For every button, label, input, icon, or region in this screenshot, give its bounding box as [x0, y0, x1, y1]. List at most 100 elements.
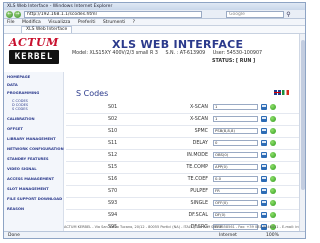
sidebar-item-reason[interactable]: REASON — [7, 207, 24, 211]
confirm-icon[interactable] — [270, 128, 276, 134]
status-zone: Internet — [219, 233, 237, 238]
code-cell: S12 — [108, 153, 118, 158]
code-cell: S02 — [108, 117, 118, 122]
vertical-scrollbar[interactable] — [299, 34, 305, 233]
code-cell: S93 — [108, 201, 118, 206]
italy-flag-icon[interactable] — [282, 90, 289, 95]
code-cell: S11 — [108, 141, 118, 146]
menu-bar: File Modifica Visualizza Preferiti Strum… — [4, 19, 305, 26]
value-input[interactable]: OBS(0) — [213, 152, 258, 158]
save-icon[interactable] — [261, 104, 267, 110]
value-input[interactable]: PSB(8,8,8) — [213, 128, 258, 134]
save-icon[interactable] — [261, 116, 267, 122]
code-cell: S01 — [108, 105, 118, 110]
zoom-level[interactable]: 100% — [266, 232, 279, 238]
sidebar-item-data[interactable]: DATA — [7, 83, 18, 87]
save-icon[interactable] — [261, 140, 267, 146]
sidebar-item-offset[interactable]: OFFSET — [7, 127, 23, 131]
sidebar-item-calibration[interactable]: CALIBRATION — [7, 117, 35, 121]
sidebar-item-programming[interactable]: PROGRAMMING — [7, 91, 39, 95]
desc-cell: IN.MODE — [186, 153, 208, 158]
save-icon[interactable] — [261, 164, 267, 170]
desc-cell: PULPEF — [190, 189, 208, 194]
confirm-icon[interactable] — [270, 212, 276, 218]
sidebar-item-network-configuration[interactable]: NETWORK CONFIGURATION — [7, 147, 64, 151]
menu-file[interactable]: File — [7, 20, 15, 25]
logo-top-text: ACTUM — [9, 36, 59, 49]
status-bar: Done Internet 100% — [4, 231, 305, 238]
address-toolbar: ← → http://192.168.1.1/scodes.html Googl… — [4, 10, 305, 19]
desc-cell: TE.COEF — [187, 177, 208, 182]
table-row: S94 DF.SCAL DF(0) — [66, 210, 301, 222]
save-icon[interactable] — [261, 128, 267, 134]
table-row: S02 X-SCAN 1 — [66, 114, 301, 126]
sidebar-item-homepage[interactable]: HOMEPAGE — [7, 75, 30, 79]
tab-xls-web-interface[interactable]: XLS Web Interface — [21, 26, 73, 33]
sidebar-item-video-signal[interactable]: VIDEO SIGNAL — [7, 167, 37, 171]
confirm-icon[interactable] — [270, 176, 276, 182]
search-input[interactable]: Google — [226, 11, 284, 18]
confirm-icon[interactable] — [270, 140, 276, 146]
code-cell: S15 — [108, 165, 118, 170]
menu-tools[interactable]: Strumenti — [103, 20, 125, 25]
value-input[interactable]: 1 — [213, 104, 258, 110]
table-row: S16 TE.COEF 0.0 — [66, 174, 301, 186]
scrollbar-thumb[interactable] — [301, 40, 305, 190]
table-row: S93 SINGLE OFF(0) — [66, 198, 301, 210]
value-input[interactable]: DF(0) — [213, 212, 258, 218]
value-input[interactable]: 0 — [213, 140, 258, 146]
confirm-icon[interactable] — [270, 164, 276, 170]
value-input[interactable]: 0.0 — [213, 176, 258, 182]
status-label: STATUS: — [212, 59, 235, 64]
table-row: S12 IN.MODE OBS(0) — [66, 150, 301, 162]
confirm-icon[interactable] — [270, 200, 276, 206]
uk-flag-icon[interactable] — [274, 90, 281, 95]
code-cell: S10 — [108, 129, 118, 134]
sidebar-item-library-management[interactable]: LIBRARY MANAGEMENT — [7, 137, 56, 141]
table-row: S70 PULPEF FR — [66, 186, 301, 198]
menu-edit[interactable]: Modifica — [22, 20, 41, 25]
serial-label: S.N. : AT-613909 — [165, 51, 206, 56]
address-input[interactable]: http://192.168.1.1/scodes.html — [24, 11, 202, 18]
search-icon[interactable]: ⚲ — [285, 11, 292, 18]
confirm-icon[interactable] — [270, 152, 276, 158]
table-row: S15 TE.COMP APP(0) — [66, 162, 301, 174]
back-button-icon[interactable]: ← — [6, 11, 13, 18]
value-input[interactable]: FR — [213, 188, 258, 194]
save-icon[interactable] — [261, 200, 267, 206]
value-input[interactable]: 1 — [213, 116, 258, 122]
desc-cell: SPMC — [194, 129, 208, 134]
confirm-icon[interactable] — [270, 116, 276, 122]
save-icon[interactable] — [261, 176, 267, 182]
device-info: Model: XLS15XY 400V/2/3 small R 3 S.N. :… — [72, 51, 268, 56]
sidebar-item-access-management[interactable]: ACCESS MANAGEMENT — [7, 177, 54, 181]
menu-view[interactable]: Visualizza — [48, 20, 70, 25]
desc-cell: X-SCAN — [189, 117, 208, 122]
menu-help[interactable]: ? — [133, 20, 135, 25]
user-label: User: 54530-100907 — [212, 51, 263, 56]
desc-cell: SINGLE — [190, 201, 208, 206]
code-cell: S16 — [108, 177, 118, 182]
desc-cell: DELAY — [192, 141, 208, 146]
confirm-icon[interactable] — [270, 188, 276, 194]
confirm-icon[interactable] — [270, 104, 276, 110]
save-icon[interactable] — [261, 212, 267, 218]
forward-button-icon[interactable]: → — [14, 11, 21, 18]
sidebar-item-slot-management[interactable]: SLOT MANAGEMENT — [7, 187, 49, 191]
save-icon[interactable] — [261, 188, 267, 194]
section-title: S Codes — [76, 89, 109, 98]
desc-cell: DF.SCAL — [188, 213, 208, 218]
page-content: ACTUM KERBEL XLS WEB INTERFACE Model: XL… — [4, 34, 301, 233]
save-icon[interactable] — [261, 152, 267, 158]
value-input[interactable]: APP(0) — [213, 164, 258, 170]
window-title: XLS Web Interface - Windows Internet Exp… — [4, 3, 305, 10]
tab-bar: XLS Web Interface — [4, 26, 305, 34]
table-row: S11 DELAY 0 — [66, 138, 301, 150]
sidebar-item-file-support-download[interactable]: FILE SUPPORT DOWNLOAD — [7, 197, 62, 201]
menu-favorites[interactable]: Preferiti — [78, 20, 96, 25]
value-input[interactable]: OFF(0) — [213, 200, 258, 206]
sidebar-subitem-s-codes[interactable]: S CODES — [12, 107, 28, 111]
code-cell: S94 — [108, 213, 118, 218]
sidebar-item-standby-features[interactable]: STANDBY FEATURES — [7, 157, 49, 161]
desc-cell: X-SCAN — [189, 105, 208, 110]
